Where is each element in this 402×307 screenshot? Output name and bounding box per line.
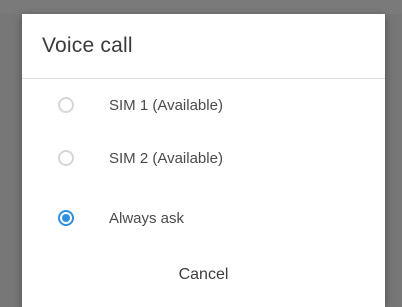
radio-checked-icon[interactable] [58, 210, 74, 226]
option-label: Always ask [109, 210, 185, 227]
radio-unchecked-icon[interactable] [58, 150, 74, 166]
radio-unchecked-icon[interactable] [58, 97, 74, 113]
dialog-title: Voice call [42, 34, 133, 57]
background-edge-top [0, 0, 402, 14]
option-always-ask[interactable]: Always ask [22, 195, 385, 247]
voice-call-dialog: Voice call SIM 1 (Available) SIM 2 (Avai… [22, 14, 385, 307]
background-edge-left [0, 0, 22, 307]
title-divider [22, 78, 385, 79]
option-label: SIM 1 (Available) [109, 97, 223, 114]
background-edge-right [385, 0, 402, 307]
option-sim-2[interactable]: SIM 2 (Available) [22, 135, 385, 187]
radio-dot-icon [62, 214, 70, 222]
cancel-button[interactable]: Cancel [22, 252, 385, 298]
option-label: SIM 2 (Available) [109, 150, 223, 167]
option-sim-1[interactable]: SIM 1 (Available) [22, 82, 385, 134]
